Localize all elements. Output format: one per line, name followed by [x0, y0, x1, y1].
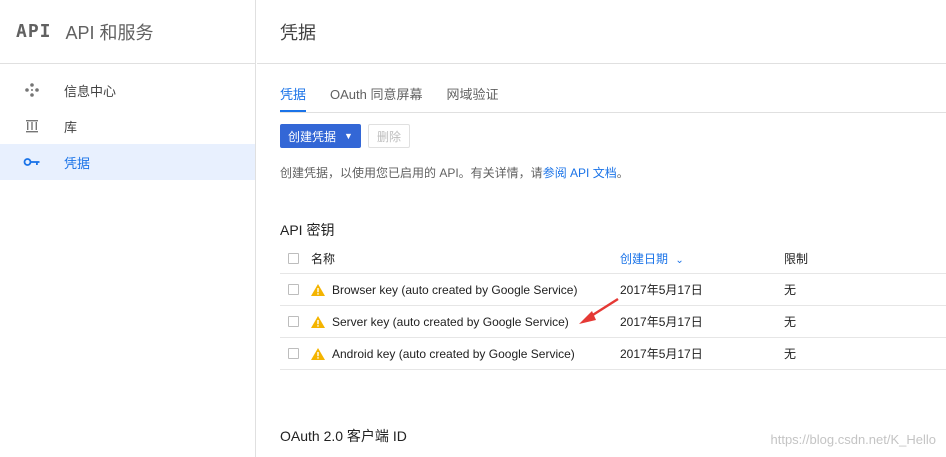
- watermark-text: https://blog.csdn.net/K_Hello: [770, 432, 937, 447]
- dashboard-icon: [22, 82, 42, 98]
- created-date: 2017年5月17日: [620, 283, 703, 297]
- help-text-suffix: 。: [616, 166, 629, 180]
- key-name-link[interactable]: Server key (auto created by Google Servi…: [332, 315, 569, 329]
- select-all-checkbox[interactable]: [288, 253, 299, 264]
- sidebar-item-label: 凭据: [64, 155, 91, 171]
- sidebar-item-label: 信息中心: [64, 83, 117, 99]
- key-name-link[interactable]: Browser key (auto created by Google Serv…: [332, 283, 577, 297]
- column-header-date-label: 创建日期: [620, 252, 669, 266]
- table-header: 名称 创建日期 ⌄ 限制: [280, 244, 946, 274]
- row-checkbox[interactable]: [288, 348, 299, 359]
- column-header-name[interactable]: 名称: [311, 250, 335, 267]
- sort-chevron-icon: ⌄: [675, 255, 684, 266]
- tab-domain-verification[interactable]: 网域验证: [446, 84, 498, 112]
- brand-header: API API 和服务: [0, 0, 255, 64]
- create-credentials-label: 创建凭据: [288, 129, 337, 144]
- api-keys-heading: API 密钥: [280, 222, 335, 238]
- main-content: 凭据 OAuth 同意屏幕 网域验证 创建凭据 ▼ 删除 创建凭据，以使用您已启…: [280, 64, 946, 444]
- create-credentials-button[interactable]: 创建凭据 ▼: [280, 124, 361, 148]
- api-logo[interactable]: API: [16, 21, 52, 42]
- sidebar-item-dashboard[interactable]: 信息中心: [0, 72, 255, 108]
- tab-bar: 凭据 OAuth 同意屏幕 网域验证: [280, 64, 946, 113]
- key-name-link[interactable]: Android key (auto created by Google Serv…: [332, 347, 575, 361]
- sidebar-item-credentials[interactable]: 凭据: [0, 144, 255, 180]
- help-text: 创建凭据，以使用您已启用的 API。有关详情，请参阅 API 文档。: [280, 164, 629, 181]
- help-text-prefix: 创建凭据，以使用您已启用的 API。有关详情，请: [280, 166, 543, 180]
- oauth-clients-heading: OAuth 2.0 客户端 ID: [280, 428, 407, 444]
- column-header-limit: 限制: [784, 252, 809, 266]
- api-docs-link[interactable]: 参阅 API 文档: [543, 166, 617, 180]
- table-row: Android key (auto created by Google Serv…: [280, 338, 946, 370]
- restriction-value: 无: [784, 347, 797, 361]
- created-date: 2017年5月17日: [620, 347, 703, 361]
- sidebar-nav: 信息中心 库 凭据: [0, 64, 255, 180]
- warning-icon: [311, 315, 325, 328]
- restriction-value: 无: [784, 315, 797, 329]
- warning-icon: [311, 347, 325, 360]
- row-checkbox[interactable]: [288, 284, 299, 295]
- created-date: 2017年5月17日: [620, 315, 703, 329]
- product-title[interactable]: API 和服务: [66, 19, 154, 45]
- sidebar: API API 和服务 信息中心 库 凭据: [0, 0, 256, 457]
- action-bar: 创建凭据 ▼ 删除: [280, 124, 410, 148]
- warning-icon: [311, 283, 325, 296]
- sidebar-item-library[interactable]: 库: [0, 108, 255, 144]
- tab-credentials[interactable]: 凭据: [280, 84, 307, 112]
- restriction-value: 无: [784, 283, 797, 297]
- column-header-date[interactable]: 创建日期 ⌄: [620, 250, 784, 267]
- row-checkbox[interactable]: [288, 316, 299, 327]
- tab-oauth-consent[interactable]: OAuth 同意屏幕: [330, 84, 422, 112]
- key-icon: [22, 156, 42, 168]
- caret-down-icon: ▼: [344, 131, 353, 141]
- annotation-arrow-icon: [579, 297, 619, 324]
- library-icon: [22, 118, 42, 134]
- page-title: 凭据: [257, 0, 946, 64]
- sidebar-item-label: 库: [64, 119, 78, 135]
- delete-button[interactable]: 删除: [367, 124, 410, 148]
